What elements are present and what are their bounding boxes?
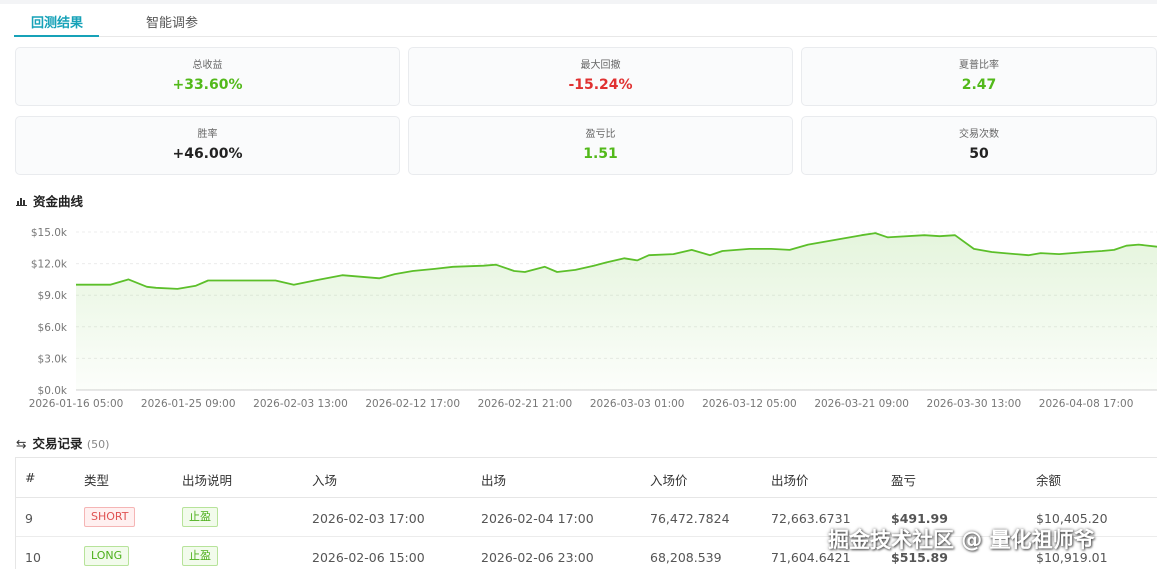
- x-tick-label: 2026-03-30 13:00: [927, 398, 1022, 410]
- exit-note-tag: 止盈: [182, 546, 218, 566]
- x-tick-label: 2026-03-12 05:00: [702, 398, 797, 410]
- entry-price: 76,472.7824: [650, 511, 730, 526]
- x-tick-label: 2026-03-21 09:00: [814, 398, 909, 410]
- stat-value: -15.24%: [568, 77, 633, 93]
- tab-backtest-results[interactable]: 回测结果: [31, 12, 83, 31]
- entry-price: 68,208.539: [650, 550, 722, 565]
- column-header-exit-note[interactable]: 出场说明: [182, 470, 232, 489]
- chart-icon: [16, 194, 27, 209]
- stat-value: +33.60%: [172, 77, 243, 93]
- trade-id: 9: [25, 511, 33, 526]
- column-header-entry[interactable]: 入场: [312, 470, 337, 489]
- exit-note-badge: 止盈: [182, 507, 218, 527]
- exit-note-tag: 止盈: [182, 507, 218, 527]
- y-tick-label: $3.0k: [38, 353, 68, 365]
- equity-curve-title: 资金曲线: [33, 194, 84, 209]
- x-tick-label: 2026-03-03 01:00: [590, 398, 685, 410]
- x-tick-label: 2026-04-08 17:00: [1039, 398, 1134, 410]
- column-header-type[interactable]: 类型: [84, 470, 109, 489]
- column-header-entry-price[interactable]: 入场价: [650, 470, 688, 489]
- stat-value: 1.51: [583, 146, 618, 162]
- stat-value: 2.47: [961, 77, 997, 93]
- y-tick-label: $12.0k: [31, 259, 68, 271]
- trade-type-tag: LONG: [84, 546, 130, 566]
- table-header-row: # 类型 出场说明 入场 出场 入场价 出场价 盈亏 余额: [16, 458, 1157, 498]
- stat-label: 夏普比率: [959, 60, 999, 71]
- stat-card-max-drawdown: 最大回撤 -15.24%: [408, 47, 793, 106]
- stat-value: 50: [969, 146, 989, 162]
- active-tab-indicator: [14, 35, 99, 37]
- trade-type-tag: SHORT: [84, 507, 136, 527]
- column-header-pnl[interactable]: 盈亏: [891, 470, 916, 489]
- equity-curve-chart: $0.0k $3.0k $6.0k $9.0k $12.0k $15.0k 2026-01…: [29, 227, 1157, 410]
- column-header-exit-price[interactable]: 出场价: [771, 470, 809, 489]
- entry-time: 2026-02-03 17:00: [312, 511, 425, 526]
- swap-icon: ⇆: [16, 436, 27, 451]
- column-header-id[interactable]: #: [25, 470, 35, 485]
- tab-smart-tuning[interactable]: 智能调参: [146, 12, 198, 31]
- stat-card-trade-count: 交易次数 50: [801, 116, 1157, 175]
- equity-area: [76, 233, 1157, 390]
- column-header-balance[interactable]: 余额: [1036, 470, 1061, 489]
- result-tabs: 回测结果 智能调参: [14, 8, 1157, 37]
- stat-label: 胜率: [197, 129, 218, 140]
- trade-type-badge: LONG: [84, 546, 130, 566]
- trade-records-heading: ⇆ 交易记录 (50): [16, 433, 109, 452]
- stat-label: 交易次数: [959, 129, 999, 140]
- x-tick-label: 2026-02-03 13:00: [253, 398, 348, 410]
- exit-time: 2026-02-06 23:00: [481, 550, 594, 565]
- entry-time: 2026-02-06 15:00: [312, 550, 425, 565]
- column-header-exit[interactable]: 出场: [481, 470, 506, 489]
- stat-card-sharpe-ratio: 夏普比率 2.47: [801, 47, 1157, 106]
- stat-card-total-return: 总收益 +33.60%: [15, 47, 400, 106]
- exit-time: 2026-02-04 17:00: [481, 511, 594, 526]
- stat-label: 最大回撤: [580, 60, 621, 71]
- y-tick-label: $6.0k: [38, 322, 68, 334]
- stat-card-profit-loss-ratio: 盈亏比 1.51: [408, 116, 793, 175]
- y-tick-label: $15.0k: [31, 227, 68, 239]
- equity-curve-heading: 资金曲线: [16, 191, 83, 210]
- y-tick-label: $9.0k: [38, 290, 68, 302]
- x-tick-label: 2026-02-21 21:00: [478, 398, 573, 410]
- top-border: [0, 0, 1157, 4]
- stat-label: 总收益: [192, 60, 223, 71]
- stat-card-win-rate: 胜率 +46.00%: [15, 116, 400, 175]
- stat-label: 盈亏比: [585, 129, 616, 140]
- trade-type-badge: SHORT: [84, 507, 136, 527]
- watermark: 掘金技术社区 @ 量化祖师爷: [828, 528, 1095, 552]
- x-tick-label: 2026-02-12 17:00: [365, 398, 460, 410]
- exit-note-badge: 止盈: [182, 546, 218, 566]
- stat-value: +46.00%: [172, 146, 243, 162]
- trade-records-count: (50): [86, 438, 110, 451]
- trade-records-title: 交易记录: [32, 436, 83, 451]
- trade-id: 10: [25, 550, 41, 565]
- x-tick-label: 2026-01-25 09:00: [141, 398, 236, 410]
- x-tick-label: 2026-01-16 05:00: [29, 398, 124, 410]
- y-tick-label: $0.0k: [38, 385, 68, 397]
